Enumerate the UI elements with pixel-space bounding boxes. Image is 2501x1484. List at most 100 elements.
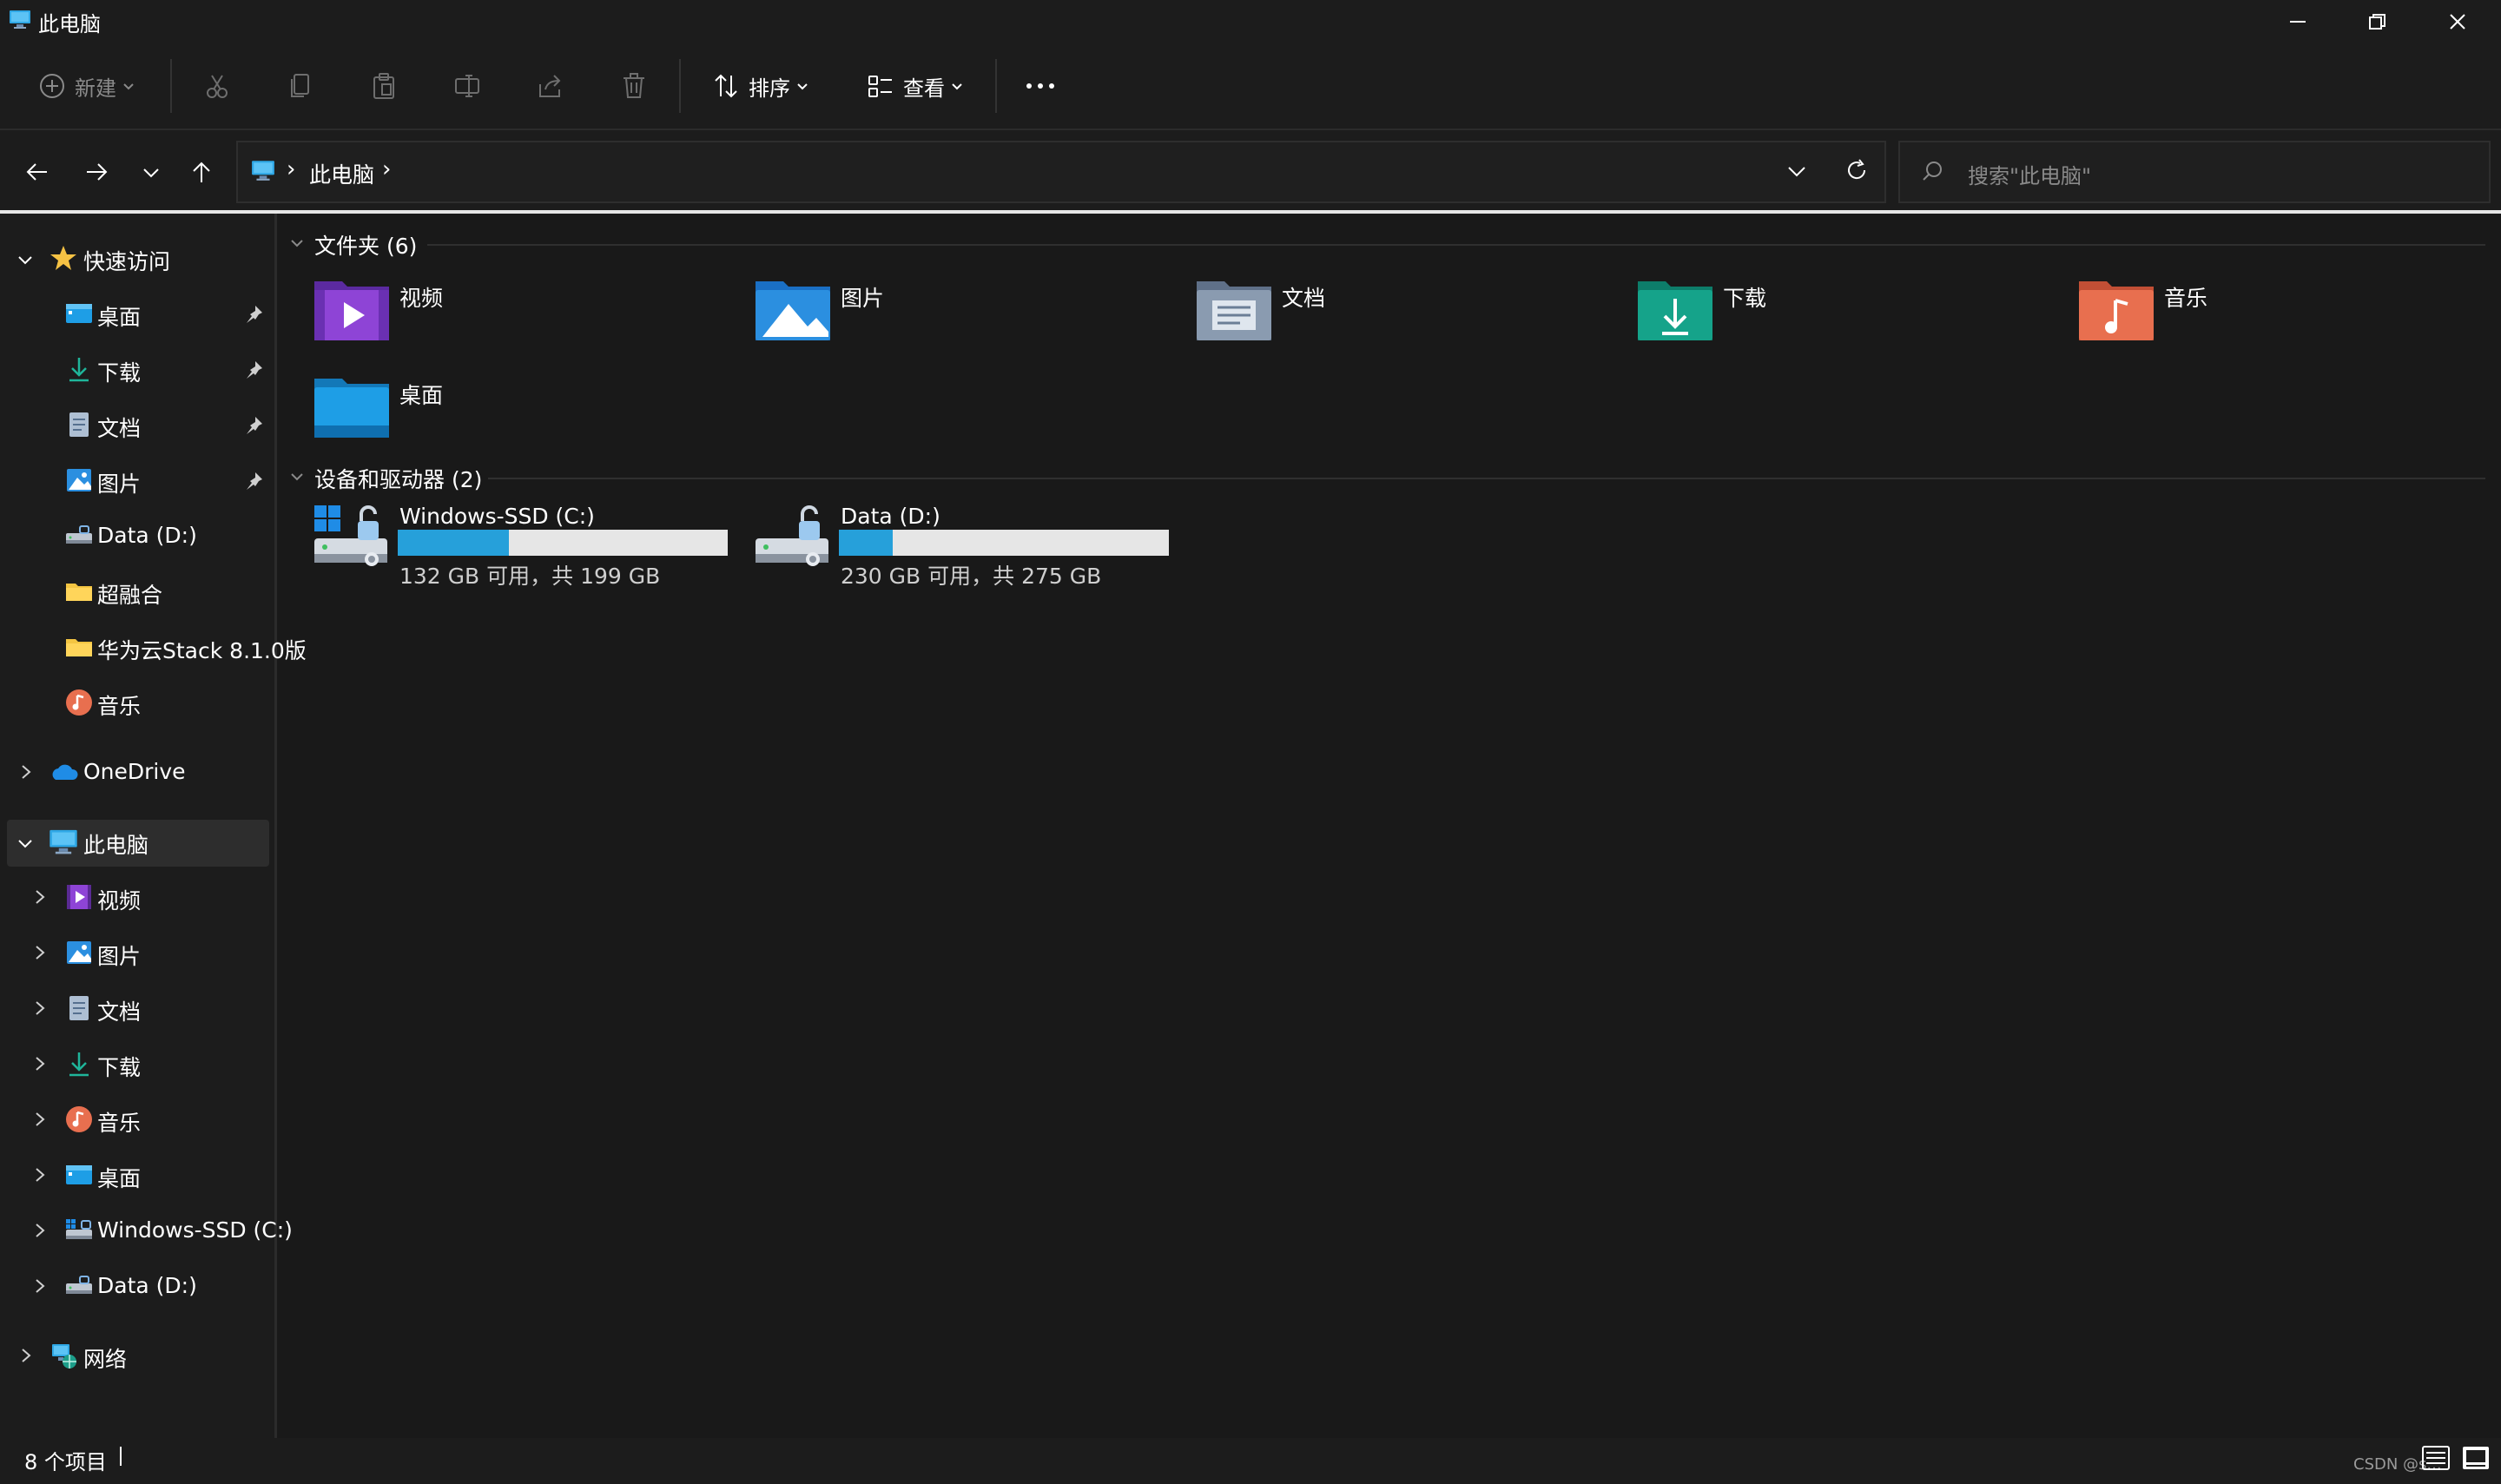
section-divider — [427, 244, 2485, 246]
title-bar — [0, 0, 2501, 43]
navigation-pane-divider[interactable] — [274, 214, 277, 1438]
recent-locations-button[interactable] — [125, 146, 177, 198]
folder-tile-pictures[interactable]: 图片 — [754, 274, 1171, 361]
nav-label: 图片 — [97, 472, 142, 497]
section-header-folders[interactable]: 文件夹 (6) — [314, 229, 417, 261]
nav-item-music[interactable]: 音乐 — [0, 676, 274, 731]
status-separator — [120, 1447, 122, 1466]
nav-item-pictures[interactable]: 图片 — [0, 926, 274, 981]
chevron-down-icon[interactable] — [288, 234, 306, 252]
nav-item-videos[interactable]: 视频 — [0, 870, 274, 926]
nav-label: 超融合 — [97, 583, 163, 608]
restore-button[interactable] — [2338, 0, 2418, 43]
nav-item-downloads[interactable]: 下载 — [0, 1037, 274, 1092]
pin-icon[interactable] — [243, 471, 264, 491]
nav-item-data-d[interactable]: Data (D:) — [0, 509, 274, 564]
rename-button[interactable] — [441, 61, 493, 111]
sort-button[interactable]: 排序 — [700, 61, 822, 111]
chevron-down-icon[interactable] — [288, 468, 306, 485]
address-bar[interactable] — [236, 141, 1886, 203]
new-button[interactable]: 新建 — [26, 61, 148, 111]
folder-tile-documents[interactable]: 文档 — [1195, 274, 1612, 361]
paste-button[interactable] — [358, 61, 410, 111]
nav-item-folder-huawei-cloud[interactable]: 华为云Stack 8.1.0版 — [0, 620, 307, 676]
nav-label: OneDrive — [83, 759, 186, 784]
up-button[interactable] — [175, 146, 228, 198]
chevron-right-icon — [36, 1223, 45, 1237]
copy-button[interactable] — [274, 61, 327, 111]
breadcrumb-this-pc[interactable]: 此电脑 — [309, 158, 374, 189]
drive-tile-c[interactable]: Windows-SSD (C:) 132 GB 可用，共 199 GB — [313, 504, 747, 608]
nav-network[interactable]: 网络 — [0, 1329, 274, 1384]
folder-tile-music[interactable]: 音乐 — [2077, 274, 2494, 361]
forward-button[interactable] — [71, 146, 123, 198]
nav-item-windows-ssd[interactable]: Windows-SSD (C:) — [0, 1204, 293, 1259]
drive-usage-bar — [398, 530, 728, 556]
breadcrumb-separator[interactable]: › — [287, 156, 295, 182]
section-divider — [488, 478, 2485, 479]
downloads-folder-icon — [1638, 281, 1712, 340]
refresh-button[interactable] — [1844, 158, 1869, 182]
monitor-icon — [49, 829, 77, 854]
nav-item-desktop[interactable]: 桌面 — [0, 1148, 274, 1204]
nav-item-documents[interactable]: 文档 — [0, 398, 274, 453]
drive-tile-d[interactable]: Data (D:) 230 GB 可用，共 275 GB — [754, 504, 1188, 608]
nav-this-pc[interactable]: 此电脑 — [0, 815, 274, 870]
nav-item-music[interactable]: 音乐 — [0, 1092, 274, 1148]
folder-tile-desktop[interactable]: 桌面 — [313, 372, 729, 458]
sort-icon — [715, 74, 737, 98]
pin-icon[interactable] — [243, 415, 264, 436]
drive-icon — [756, 505, 828, 566]
tiles-view-button[interactable] — [2461, 1445, 2491, 1471]
window-title: 此电脑 — [38, 12, 101, 36]
address-history-button[interactable] — [1785, 160, 1808, 182]
details-view-button[interactable] — [2421, 1445, 2451, 1471]
nav-label: 桌面 — [97, 1166, 142, 1191]
nav-item-data-d[interactable]: Data (D:) — [0, 1259, 274, 1315]
nav-onedrive[interactable]: OneDrive — [0, 745, 274, 801]
details-view-icon — [2422, 1446, 2450, 1470]
folder-tile-downloads[interactable]: 下载 — [1636, 274, 2053, 361]
nav-label: 图片 — [97, 944, 142, 969]
nav-label: 文档 — [97, 999, 142, 1025]
chevron-right-icon — [36, 946, 45, 960]
share-button[interactable] — [525, 61, 577, 111]
nav-item-folder-hyperconverged[interactable]: 超融合 — [0, 564, 274, 620]
nav-label: Data (D:) — [97, 523, 197, 548]
star-icon — [50, 246, 76, 270]
more-button[interactable] — [1014, 61, 1066, 111]
nav-label: 此电脑 — [83, 833, 149, 858]
view-button[interactable]: 查看 — [855, 61, 976, 111]
section-header-drives[interactable]: 设备和驱动器 (2) — [314, 463, 482, 494]
monitor-icon — [9, 8, 31, 30]
nav-item-desktop[interactable]: 桌面 — [0, 287, 274, 342]
drive-label: Data (D:) — [841, 504, 940, 529]
pin-icon[interactable] — [243, 359, 264, 380]
arrow-right-icon — [87, 163, 108, 181]
view-icon — [868, 76, 892, 97]
nav-item-documents[interactable]: 文档 — [0, 981, 274, 1037]
pin-icon[interactable] — [243, 304, 264, 325]
drive-icon — [66, 525, 92, 544]
folder-label: 桌面 — [399, 383, 444, 408]
nav-item-downloads[interactable]: 下载 — [0, 342, 274, 398]
cut-button[interactable] — [191, 61, 243, 111]
back-button[interactable] — [10, 146, 63, 198]
nav-label: 音乐 — [97, 694, 142, 719]
search-placeholder[interactable]: 搜索"此电脑" — [1968, 159, 2091, 189]
breadcrumb-separator[interactable]: › — [382, 156, 391, 182]
minimize-icon — [2290, 21, 2306, 23]
chevron-right-icon — [36, 1168, 45, 1182]
minimize-button[interactable] — [2258, 0, 2338, 43]
nav-quick-access[interactable]: 快速访问 — [0, 231, 274, 287]
close-button[interactable] — [2418, 0, 2498, 43]
delete-button[interactable] — [608, 61, 660, 111]
nav-item-pictures[interactable]: 图片 — [0, 453, 274, 509]
paste-icon — [373, 73, 394, 99]
rename-icon — [455, 75, 479, 97]
close-icon — [2450, 14, 2465, 30]
windows-drive-icon — [314, 505, 387, 566]
drive-label: Windows-SSD (C:) — [399, 504, 595, 529]
document-icon — [69, 412, 89, 437]
folder-tile-videos[interactable]: 视频 — [313, 274, 729, 361]
